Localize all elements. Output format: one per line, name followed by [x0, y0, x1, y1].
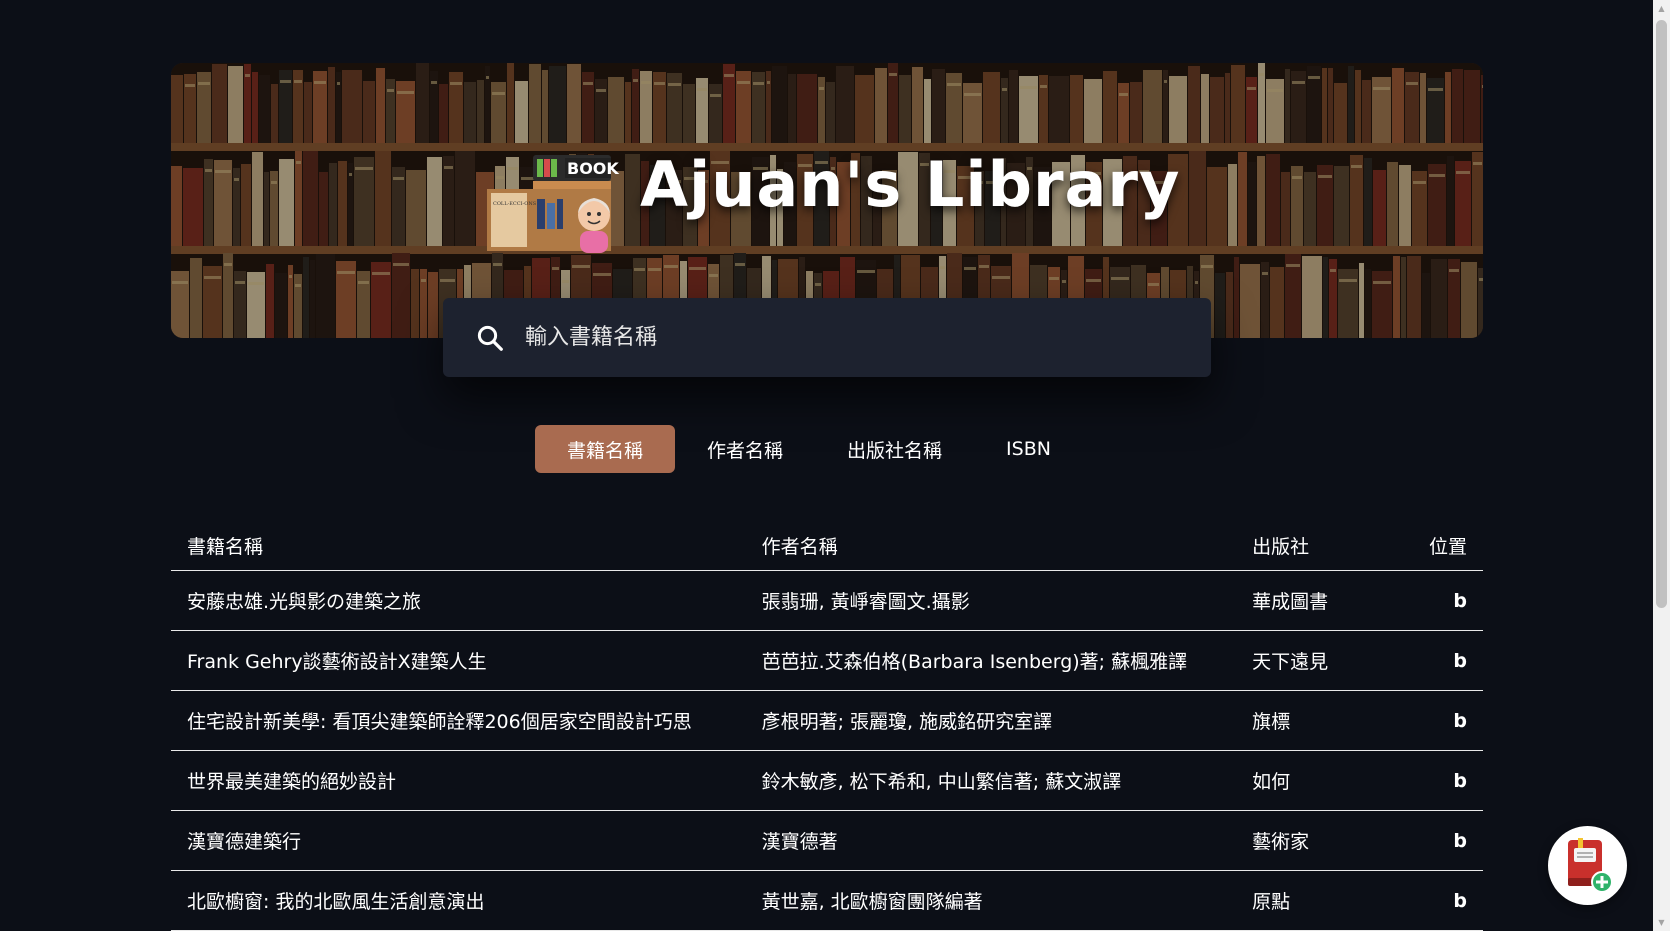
scroll-down-icon[interactable]: ▼: [1653, 914, 1670, 931]
location-cell: b: [1389, 750, 1483, 811]
add-book-button[interactable]: [1548, 826, 1627, 905]
author-cell: 彥根明著; 張麗瓊, 施威銘研究室譯: [745, 690, 1237, 751]
table-row[interactable]: 北歐櫥窗: 我的北歐風生活創意演出 黃世嘉, 北歐櫥窗團隊編著 原點 b: [171, 870, 1483, 931]
location-cell: b: [1389, 630, 1483, 691]
scrollbar-thumb[interactable]: [1656, 20, 1667, 608]
author-cell: 黃世嘉, 北歐櫥窗團隊編著: [745, 870, 1237, 931]
tab-isbn[interactable]: ISBN: [974, 425, 1083, 473]
library-logo: BOOK COLL-ECCI-ONS: [487, 155, 627, 255]
search-bar[interactable]: [443, 298, 1211, 377]
search-type-tabs: 書籍名稱 作者名稱 出版社名稱 ISBN: [535, 425, 1083, 473]
book-title-cell: 住宅設計新美學: 看頂尖建築師詮釋206個居家空間設計巧思: [171, 690, 746, 751]
publisher-cell: 天下遠見: [1236, 630, 1390, 691]
publisher-cell: 原點: [1236, 870, 1390, 931]
table-header-row: 書籍名稱 作者名稱 出版社 位置: [171, 520, 1483, 571]
column-header-author: 作者名稱: [745, 520, 1237, 571]
book-title-cell: 北歐櫥窗: 我的北歐風生活創意演出: [171, 870, 746, 931]
book-title-cell: Frank Gehry談藝術設計X建築人生: [171, 630, 746, 691]
search-icon: [477, 325, 503, 351]
publisher-cell: 藝術家: [1236, 810, 1390, 871]
column-header-location: 位置: [1389, 520, 1483, 571]
location-cell: b: [1389, 870, 1483, 931]
logo-text: BOOK: [567, 159, 619, 178]
publisher-cell: 華成圖書: [1236, 570, 1390, 631]
publisher-cell: 旗標: [1236, 690, 1390, 751]
author-cell: 鈴木敏彥, 松下希和, 中山繁信著; 蘇文淑譯: [745, 750, 1237, 811]
scrollbar[interactable]: ▲ ▼: [1653, 0, 1670, 931]
location-cell: b: [1389, 690, 1483, 751]
logo-sign-text: COLL-ECCI-ONS: [493, 201, 537, 207]
table-row[interactable]: 漢寶德建築行 漢寶德著 藝術家 b: [171, 810, 1483, 871]
publisher-cell: 如何: [1236, 750, 1390, 811]
table-row[interactable]: 世界最美建築的絕妙設計 鈴木敏彥, 松下希和, 中山繁信著; 蘇文淑譯 如何 b: [171, 750, 1483, 811]
column-header-publisher: 出版社: [1236, 520, 1390, 571]
search-input[interactable]: [523, 311, 1211, 364]
column-header-title: 書籍名稱: [171, 520, 746, 571]
book-title-cell: 世界最美建築的絕妙設計: [171, 750, 746, 811]
author-cell: 芭芭拉.艾森伯格(Barbara Isenberg)著; 蘇楓雅譯: [745, 630, 1237, 691]
book-title-cell: 漢寶德建築行: [171, 810, 746, 871]
tab-book-title[interactable]: 書籍名稱: [535, 425, 676, 473]
book-title-cell: 安藤忠雄.光與影の建築之旅: [171, 570, 746, 631]
add-book-icon: [1567, 837, 1612, 893]
tab-author[interactable]: 作者名稱: [675, 425, 815, 473]
location-cell: b: [1389, 810, 1483, 871]
books-table: 書籍名稱 作者名稱 出版社 位置 安藤忠雄.光與影の建築之旅 張翡珊, 黃崢睿圖…: [171, 520, 1483, 931]
table-row[interactable]: 安藤忠雄.光與影の建築之旅 張翡珊, 黃崢睿圖文.攝影 華成圖書 b: [171, 570, 1483, 631]
table-row[interactable]: Frank Gehry談藝術設計X建築人生 芭芭拉.艾森伯格(Barbara I…: [171, 630, 1483, 691]
author-cell: 漢寶德著: [745, 810, 1237, 871]
scroll-up-icon[interactable]: ▲: [1653, 0, 1670, 17]
table-row[interactable]: 住宅設計新美學: 看頂尖建築師詮釋206個居家空間設計巧思 彥根明著; 張麗瓊,…: [171, 690, 1483, 751]
author-cell: 張翡珊, 黃崢睿圖文.攝影: [745, 570, 1237, 631]
location-cell: b: [1389, 570, 1483, 631]
page-title: Ajuan's Library: [640, 148, 1181, 221]
tab-publisher[interactable]: 出版社名稱: [815, 425, 974, 473]
